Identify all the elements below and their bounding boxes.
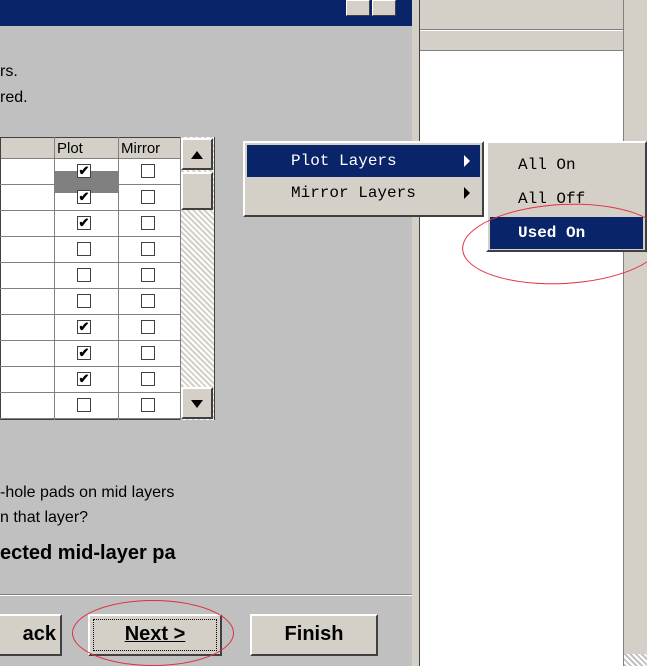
dialog-border bbox=[412, 0, 420, 666]
right-edge-panel bbox=[623, 0, 647, 666]
plot-checkbox[interactable] bbox=[77, 294, 91, 308]
menu-item-mirror-layers[interactable]: Mirror Layers bbox=[247, 177, 480, 209]
question-line2: n that layer? bbox=[0, 509, 89, 526]
mirror-checkbox[interactable] bbox=[141, 320, 155, 334]
back-button[interactable]: ack bbox=[0, 614, 62, 656]
plot-checkbox[interactable] bbox=[77, 242, 91, 256]
menu-item-plot-layers[interactable]: Plot Layers bbox=[247, 145, 480, 177]
table-header-plot[interactable]: Plot bbox=[55, 138, 119, 159]
scroll-up-button[interactable] bbox=[181, 138, 213, 170]
table-row[interactable] bbox=[0, 288, 180, 289]
table-row[interactable] bbox=[0, 236, 180, 237]
table-row[interactable] bbox=[0, 210, 180, 211]
layers-context-menu: Plot Layers Mirror Layers bbox=[243, 141, 484, 217]
dialog-titlebar bbox=[0, 0, 412, 26]
finish-button[interactable]: Finish bbox=[250, 614, 378, 656]
question-line1: -hole pads on mid layers bbox=[0, 484, 175, 501]
submenu-arrow-icon bbox=[464, 187, 470, 199]
menu-item-label: Mirror Layers bbox=[291, 184, 416, 202]
info-text-line2: red. bbox=[0, 89, 28, 106]
plot-checkbox[interactable]: ✔ bbox=[77, 164, 91, 178]
submenu-arrow-icon bbox=[464, 155, 470, 167]
annotation-ellipse-next bbox=[72, 600, 234, 666]
plot-checkbox[interactable] bbox=[77, 268, 91, 282]
plot-checkbox[interactable]: ✔ bbox=[77, 372, 91, 386]
info-text-line1: rs. bbox=[0, 63, 18, 80]
mirror-checkbox[interactable] bbox=[141, 294, 155, 308]
column-divider bbox=[118, 137, 119, 420]
table-row[interactable] bbox=[0, 392, 180, 393]
up-arrow-icon bbox=[191, 151, 203, 159]
scroll-thumb[interactable] bbox=[181, 172, 213, 210]
side-panel bbox=[420, 0, 623, 666]
plot-checkbox[interactable]: ✔ bbox=[77, 216, 91, 230]
plot-checkbox[interactable]: ✔ bbox=[77, 190, 91, 204]
table-row[interactable] bbox=[0, 184, 180, 185]
table-header-name bbox=[1, 138, 55, 159]
close-icon[interactable] bbox=[372, 0, 396, 16]
down-arrow-icon bbox=[191, 400, 203, 408]
menu-item-label: Plot Layers bbox=[291, 152, 397, 170]
mirror-checkbox[interactable] bbox=[141, 242, 155, 256]
table-row[interactable] bbox=[0, 366, 180, 367]
side-panel-header bbox=[420, 0, 623, 51]
column-divider bbox=[54, 137, 55, 420]
table-row[interactable] bbox=[0, 314, 180, 315]
mirror-checkbox[interactable] bbox=[141, 346, 155, 360]
button-separator bbox=[0, 594, 412, 596]
mirror-checkbox[interactable] bbox=[141, 190, 155, 204]
plot-checkbox[interactable] bbox=[77, 398, 91, 412]
plot-checkbox[interactable]: ✔ bbox=[77, 346, 91, 360]
mirror-checkbox[interactable] bbox=[141, 164, 155, 178]
mirror-checkbox[interactable] bbox=[141, 216, 155, 230]
table-header-mirror[interactable]: Mirror bbox=[119, 138, 181, 159]
plot-checkbox[interactable]: ✔ bbox=[77, 320, 91, 334]
mirror-checkbox[interactable] bbox=[141, 398, 155, 412]
submenu-item-all-on[interactable]: All On bbox=[490, 149, 643, 181]
table-row[interactable] bbox=[0, 262, 180, 263]
table-row[interactable] bbox=[0, 340, 180, 341]
scroll-down-button[interactable] bbox=[181, 387, 213, 419]
help-icon[interactable] bbox=[346, 0, 370, 16]
mirror-checkbox[interactable] bbox=[141, 372, 155, 386]
table-row[interactable] bbox=[0, 418, 180, 419]
option-text: ected mid-layer pa bbox=[0, 542, 176, 564]
mirror-checkbox[interactable] bbox=[141, 268, 155, 282]
